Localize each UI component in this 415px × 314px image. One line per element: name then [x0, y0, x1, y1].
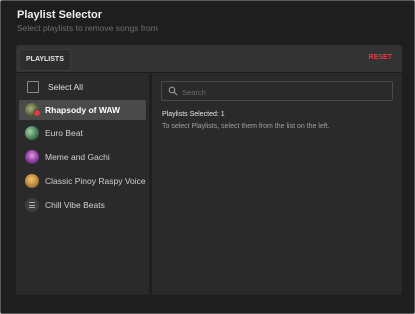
playlist-item-label: Rhapsody of WAW — [45, 105, 121, 115]
playlist-item-euro-beat[interactable]: Euro Beat — [19, 123, 146, 143]
select-all-row[interactable]: Select All — [19, 77, 146, 97]
select-all-checkbox[interactable] — [27, 81, 39, 93]
tab-playlists[interactable]: PLAYLISTS — [19, 49, 71, 71]
list-icon — [25, 198, 39, 212]
playlist-item-label: Meme and Gachi — [45, 152, 110, 162]
playlist-thumbnail-icon — [25, 126, 39, 140]
search-box[interactable] — [161, 81, 393, 102]
panel-header: PLAYLISTS RESET — [16, 45, 402, 73]
page-title: Playlist Selector — [17, 9, 102, 21]
search-icon — [168, 86, 178, 96]
playlist-selector-window: Playlist Selector Select playlists to re… — [0, 0, 415, 314]
playlist-panel: PLAYLISTS RESET Select All Rhapsody of W… — [16, 45, 402, 295]
playlist-item-meme-and-gachi[interactable]: Meme and Gachi — [19, 147, 146, 167]
page-subtitle: Select playlists to remove songs from — [17, 23, 158, 33]
playlist-item-label: Euro Beat — [45, 128, 83, 138]
search-input[interactable] — [180, 82, 389, 102]
playlists-selected-count: Playlists Selected: 1 — [162, 111, 225, 118]
selection-help-text: To select Playlists, select them from th… — [162, 123, 330, 130]
playlist-thumbnail-icon — [25, 150, 39, 164]
playlist-item-label: Chill Vibe Beats — [45, 200, 105, 210]
playlist-list: Select All Rhapsody of WAW Euro Beat Mem… — [16, 73, 149, 295]
select-all-label: Select All — [48, 82, 83, 92]
selected-badge-icon — [33, 109, 41, 117]
selection-detail: Playlists Selected: 1 To select Playlist… — [152, 73, 402, 295]
reset-button[interactable]: RESET — [369, 54, 392, 61]
playlist-item-chill-vibe-beats[interactable]: Chill Vibe Beats — [19, 195, 146, 215]
playlist-item-classic-pinoy-raspy-voice[interactable]: Classic Pinoy Raspy Voice — [19, 171, 146, 191]
playlist-item-rhapsody-of-waw[interactable]: Rhapsody of WAW — [19, 100, 146, 120]
playlist-thumbnail-icon — [25, 174, 39, 188]
playlist-item-label: Classic Pinoy Raspy Voice — [45, 176, 146, 186]
